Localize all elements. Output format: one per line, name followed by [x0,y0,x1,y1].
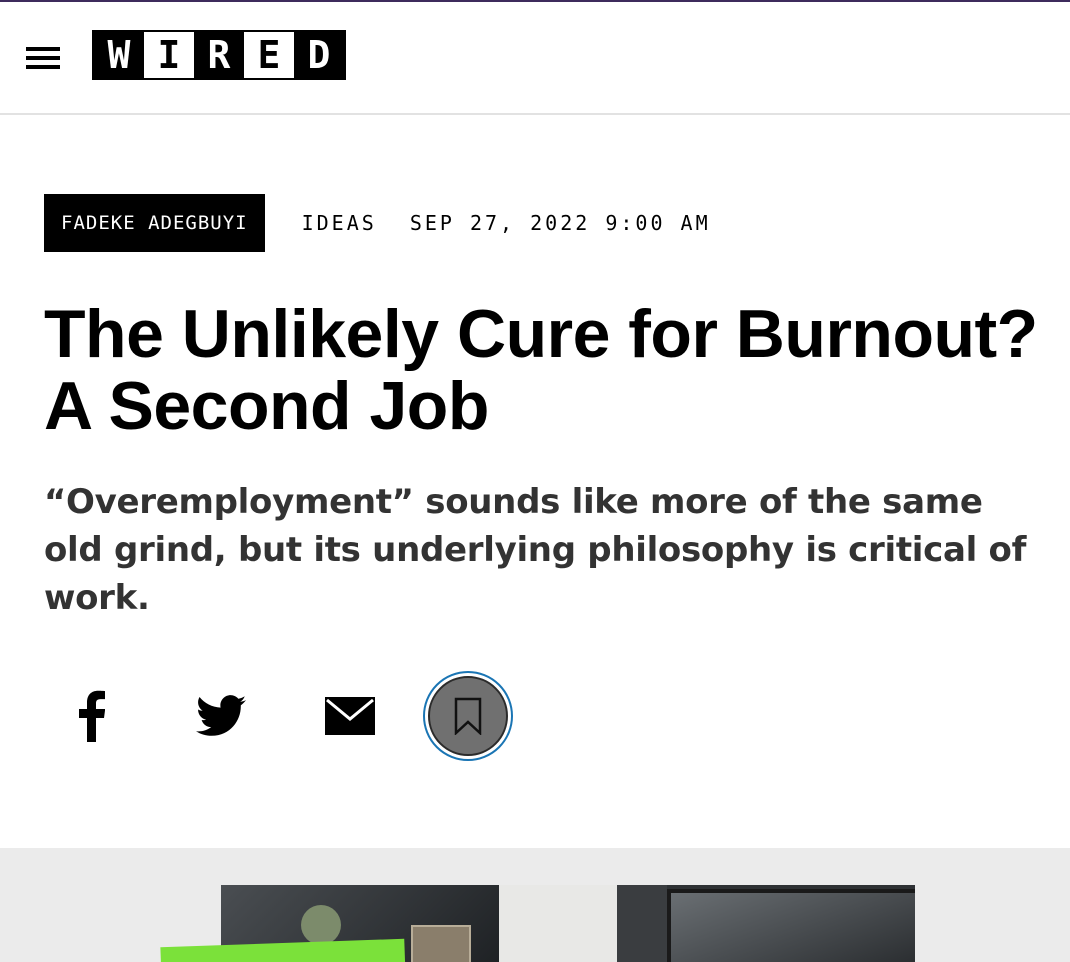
article-dek: “Overemployment” sounds like more of the… [44,482,1027,618]
logo-letter: D [294,32,344,78]
share-bar [44,668,524,764]
logo-letter: E [244,32,294,78]
bookmark-icon [454,697,482,735]
publish-date: SEP 27, 2022 9:00 AM [409,211,711,235]
email-icon[interactable] [320,668,380,764]
author-link[interactable]: FADEKE ADEGBUYI [44,194,265,252]
twitter-icon[interactable] [190,668,252,764]
wired-logo[interactable]: W I R E D [92,30,346,80]
bookmark-button[interactable] [422,668,514,764]
article-headline: The Unlikely Cure for Burnout? A Second … [44,296,1038,444]
green-card-image [160,938,406,962]
logo-letter: R [194,32,244,78]
site-header: W I R E D [0,2,1070,115]
logo-letter: W [94,32,144,78]
category-link[interactable]: IDEAS [302,211,377,235]
byline-row: FADEKE ADEGBUYI IDEAS SEP 27, 2022 9:00 … [44,194,711,252]
logo-letter: I [144,32,194,78]
hamburger-menu-icon[interactable] [26,45,62,73]
facebook-icon[interactable] [64,668,120,764]
lead-image-section [0,848,1070,962]
